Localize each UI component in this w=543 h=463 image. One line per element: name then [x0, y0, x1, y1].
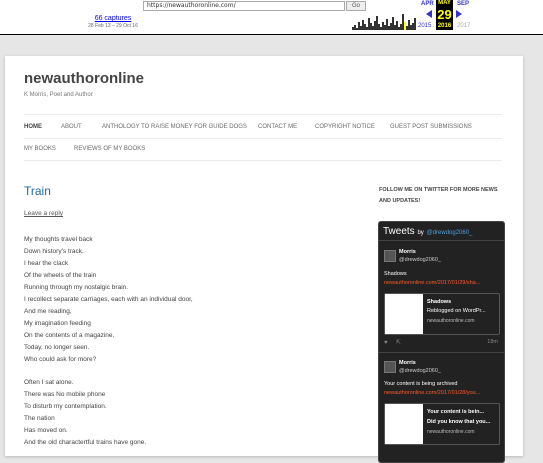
nav-divider-bottom: [24, 160, 502, 161]
wayback-prev-year[interactable]: 2015: [418, 23, 431, 29]
poem-line: Today, no longer seen.: [24, 344, 90, 351]
poem-line: Down history’s track.: [24, 248, 84, 255]
poem-line: Who could ask for more?: [24, 356, 97, 363]
nav-anthology[interactable]: ANTHOLOGY TO RAISE MONEY FOR GUIDE DOGS: [102, 124, 247, 130]
twitter-widget-handle[interactable]: @drewdog2060_: [427, 230, 473, 236]
tweet-author-handle[interactable]: @drewdog2060_: [399, 257, 441, 263]
tweet-card-description: Did you know that you...: [427, 419, 491, 425]
tweet-card-description: Reblogged on WordPr...: [427, 308, 486, 314]
nav-about[interactable]: ABOUT: [61, 124, 82, 130]
wayback-prev-month[interactable]: APR: [421, 1, 434, 7]
share-icon[interactable]: ⇱: [396, 340, 401, 346]
twitter-widget-by: by: [417, 230, 424, 236]
nav-home[interactable]: HOME: [24, 124, 42, 130]
wayback-next-year: 2017: [457, 23, 471, 29]
poem-line: Of the wheels of the train: [24, 272, 97, 279]
nav-copyright[interactable]: COPYRIGHT NOTICE: [315, 124, 375, 130]
avatar[interactable]: [384, 361, 396, 373]
sparkline-bar: [414, 18, 416, 30]
nav-divider-mid: [24, 138, 502, 139]
poem-line: There was No mobile phone: [24, 391, 106, 398]
tweet-author-handle[interactable]: @drewdog2060_: [399, 368, 441, 374]
wayback-current-year: 2016: [436, 22, 453, 30]
site-description: K Morris, Poet and Author: [24, 92, 93, 98]
nav-contact[interactable]: CONTACT ME: [258, 124, 297, 130]
tweet-card-title: Shadows: [427, 299, 452, 305]
poem-line: And the old charactertful trains have go…: [24, 439, 147, 446]
nav-guest-posts[interactable]: GUEST POST SUBMISSIONS: [390, 124, 472, 130]
tweet-text: Your content is being archived: [384, 381, 458, 387]
tweet-card-image: [385, 294, 423, 334]
tweet-link[interactable]: newauthoronline.com/2017/01/29/sha...: [384, 280, 480, 286]
twitter-widget-title: Tweets: [383, 226, 415, 237]
poem-line: Running through my nostalgic brain.: [24, 284, 129, 291]
tweet[interactable]: Morris @drewdog2060_ Your content is bei…: [379, 353, 504, 462]
tweet-link[interactable]: newauthoronline.com/2017/01/28/you...: [384, 390, 480, 396]
tweet-card[interactable]: Your content is bein... Did you know tha…: [384, 403, 500, 445]
wayback-capture-range: 28 Feb 13 – 29 Oct 16: [88, 23, 138, 29]
wayback-current-day: 29: [436, 7, 453, 22]
wayback-prev-arrow-icon[interactable]: [426, 10, 432, 18]
poem-line: To disturb my contemplation.: [24, 403, 107, 410]
tweet-timestamp[interactable]: 18m: [487, 339, 498, 345]
nav-my-books[interactable]: MY BOOKS: [24, 146, 56, 152]
tweet-card-domain: newauthoronline.com: [427, 429, 475, 435]
poem-line: My imagination feeding: [24, 320, 91, 327]
poem-line: The nation: [24, 415, 55, 422]
tweet-author-name[interactable]: Morris: [399, 360, 416, 366]
poem-line: Often I sat alone.: [24, 379, 74, 386]
twitter-widget-header: Tweets by @drewdog2060_: [383, 226, 472, 237]
tweet-card-image: [385, 404, 423, 444]
heart-icon[interactable]: ♥: [384, 340, 388, 346]
poem-line: And me reading,: [24, 308, 72, 315]
tweet-card[interactable]: Shadows Reblogged on WordPr... newauthor…: [384, 293, 500, 335]
nav-divider-top: [24, 114, 502, 115]
leave-reply-link[interactable]: Leave a reply: [24, 210, 63, 217]
poem-line: I recollect separate carriages, each wit…: [24, 296, 193, 303]
tweet-card-title: Your content is bein...: [427, 409, 485, 415]
wayback-next-arrow-icon[interactable]: [456, 10, 462, 18]
wayback-go-button[interactable]: Go: [346, 1, 366, 11]
twitter-follow-heading: FOLLOW ME ON TWITTER FOR MORE NEWS AND U…: [379, 187, 498, 204]
post-title[interactable]: Train: [24, 184, 51, 198]
poem-line: I hear the clack: [24, 260, 69, 267]
wayback-captures-link[interactable]: 66 captures: [86, 15, 140, 22]
poem-line: On the contents of a magazine,: [24, 332, 115, 339]
wayback-sparkline[interactable]: [352, 11, 418, 30]
nav-reviews[interactable]: REVIEWS OF MY BOOKS: [74, 146, 145, 152]
avatar[interactable]: [384, 250, 396, 262]
poem-line: Has moved on.: [24, 427, 68, 434]
site-page: newauthoronline K Morris, Poet and Autho…: [5, 56, 523, 463]
twitter-timeline-widget[interactable]: Tweets by @drewdog2060_ Morris @drewdog2…: [378, 221, 505, 463]
poem-line: My thoughts travel back: [24, 236, 93, 243]
tweet-card-domain: newauthoronline.com: [427, 318, 475, 324]
site-title[interactable]: newauthoronline: [24, 70, 144, 87]
tweet-actions: ♥ ⇱: [384, 339, 401, 346]
wayback-url-input[interactable]: https://newauthoronline.com/: [143, 1, 345, 11]
twitter-widget-divider: [379, 240, 504, 241]
wayback-toolbar: https://newauthoronline.com/ Go 66 captu…: [0, 0, 543, 35]
tweet[interactable]: Morris @drewdog2060_ Shadows newauthoron…: [379, 242, 504, 352]
tweet-author-name[interactable]: Morris: [399, 249, 416, 255]
wayback-next-month[interactable]: SEP: [457, 1, 469, 7]
tweet-text: Shadows: [384, 271, 407, 277]
